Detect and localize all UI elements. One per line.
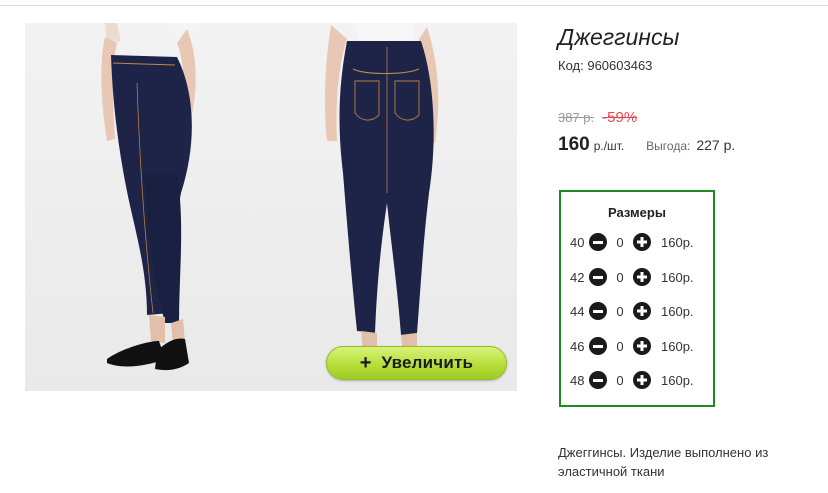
product-image[interactable]: + Увеличить: [25, 23, 517, 391]
size-row: 42 0 160р.: [570, 267, 710, 287]
benefit-value: 227 р.: [696, 137, 736, 153]
zoom-button[interactable]: + Увеличить: [326, 346, 507, 380]
product-title: Джеггинсы: [558, 24, 680, 50]
size-row: 40 0 160р.: [570, 232, 710, 252]
minus-circle-icon[interactable]: [589, 371, 607, 389]
size-value: 48: [570, 372, 585, 388]
size-row: 44 0 160р.: [570, 301, 710, 321]
quantity-value: 0: [616, 338, 624, 354]
size-value: 44: [570, 303, 585, 319]
product-code: Код: 960603463: [558, 58, 652, 73]
size-value: 46: [570, 338, 585, 354]
plus-icon: +: [359, 352, 372, 374]
plus-circle-icon[interactable]: [633, 371, 651, 389]
front-model: [101, 23, 196, 371]
discount-badge: -59%: [602, 109, 638, 126]
size-price: 160р.: [661, 303, 694, 319]
sizes-panel: Размеры 40 0 160р. 42 0 160р. 44 0 160р.…: [559, 190, 715, 407]
current-price: 160: [558, 134, 590, 155]
size-price: 160р.: [661, 234, 694, 250]
top-divider: [0, 5, 828, 6]
product-code-label: Код:: [558, 58, 584, 73]
old-price-row: 387 р. -59%: [558, 109, 637, 126]
sizes-title: Размеры: [608, 205, 666, 220]
minus-circle-icon[interactable]: [589, 337, 607, 355]
quantity-value: 0: [616, 372, 624, 388]
back-model: [324, 23, 439, 355]
minus-circle-icon[interactable]: [589, 233, 607, 251]
plus-circle-icon[interactable]: [633, 233, 651, 251]
size-value: 40: [570, 234, 585, 250]
plus-circle-icon[interactable]: [633, 337, 651, 355]
minus-circle-icon[interactable]: [589, 268, 607, 286]
zoom-button-label: Увеличить: [381, 353, 474, 372]
size-row: 46 0 160р.: [570, 336, 710, 356]
old-price: 387 р.: [558, 110, 595, 125]
quantity-value: 0: [616, 234, 624, 250]
size-row: 48 0 160р.: [570, 370, 710, 390]
price-unit: р./шт.: [593, 139, 625, 153]
plus-circle-icon[interactable]: [633, 302, 651, 320]
price-row: 160 р./шт. Выгода: 227 р.: [558, 134, 735, 156]
minus-circle-icon[interactable]: [589, 302, 607, 320]
quantity-value: 0: [616, 303, 624, 319]
plus-circle-icon[interactable]: [633, 268, 651, 286]
benefit-label: Выгода:: [646, 139, 691, 153]
quantity-value: 0: [616, 269, 624, 285]
product-code-value: 960603463: [587, 58, 653, 73]
size-price: 160р.: [661, 269, 694, 285]
size-price: 160р.: [661, 338, 694, 354]
jeggings-photo: [101, 23, 439, 371]
product-description: Джеггинсы. Изделие выполнено из эластичн…: [558, 445, 769, 479]
size-value: 42: [570, 269, 585, 285]
size-price: 160р.: [661, 372, 694, 388]
